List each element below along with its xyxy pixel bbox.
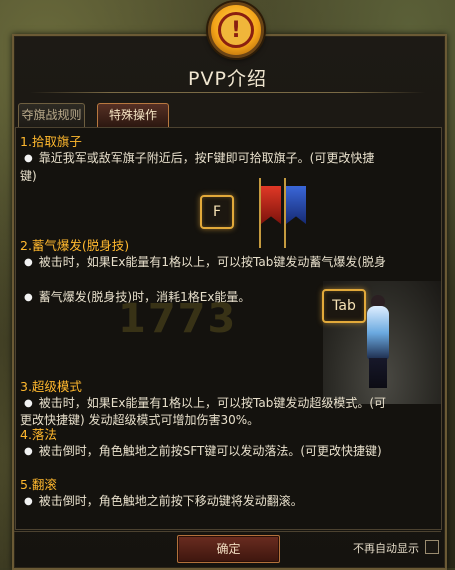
flag-pole [284,178,286,248]
alert-icon: ! [208,2,264,58]
tab-key-icon: Tab [322,289,366,323]
red-flag-icon [261,186,281,224]
section-heading-super-mode: 3.超级模式 [20,379,82,394]
tab-special-operations[interactable]: 特殊操作 [97,103,169,127]
section-text: 被击时，如果Ex能量有1格以上，可以按Tab键发动超级模式。(可 [24,395,386,413]
tab-flag-rules[interactable]: 夺旗战规则 [18,103,85,127]
section-text: 被击时，如果Ex能量有1格以上，可以按Tab键发动蓄气爆发(脱身 [24,254,386,272]
section-text: 被击倒时，角色触地之前按SFT键可以发动落法。(可更改快捷键) [24,443,382,461]
exclamation-icon: ! [218,12,254,48]
section-text: 靠近我军或敌军旗子附近后，按F键即可拾取旗子。(可更改快捷 [24,150,375,168]
section-heading-burst: 2.蓄气爆发(脱身技) [20,238,130,253]
section-text: 键) [20,169,37,183]
dont-show-again-label: 不再自动显示 [353,542,419,555]
footer-divider [14,531,441,532]
section-heading-fall: 4.落法 [20,427,57,442]
blue-flag-icon [286,186,306,224]
section-heading-roll: 5.翻滚 [20,477,57,492]
section-text: 蓄气爆发(脱身技)时，消耗1格Ex能量。 [24,289,251,307]
character-body [367,306,389,360]
title-divider [30,92,425,93]
f-key-icon: F [200,195,234,229]
confirm-button[interactable]: 确定 [177,535,280,563]
character-legs [369,358,387,388]
flag-pole [259,178,261,248]
content-panel: 1773 1.拾取旗子 靠近我军或敌军旗子附近后，按F键即可拾取旗子。(可更改快… [15,127,442,530]
section-text: 被击倒时，角色触地之前按下移动键将发动翻滚。 [24,493,303,511]
dont-show-again-checkbox[interactable] [425,540,439,554]
dialog-title: PVP介绍 [188,68,267,90]
section-heading-pickup-flag: 1.拾取旗子 [20,134,82,149]
